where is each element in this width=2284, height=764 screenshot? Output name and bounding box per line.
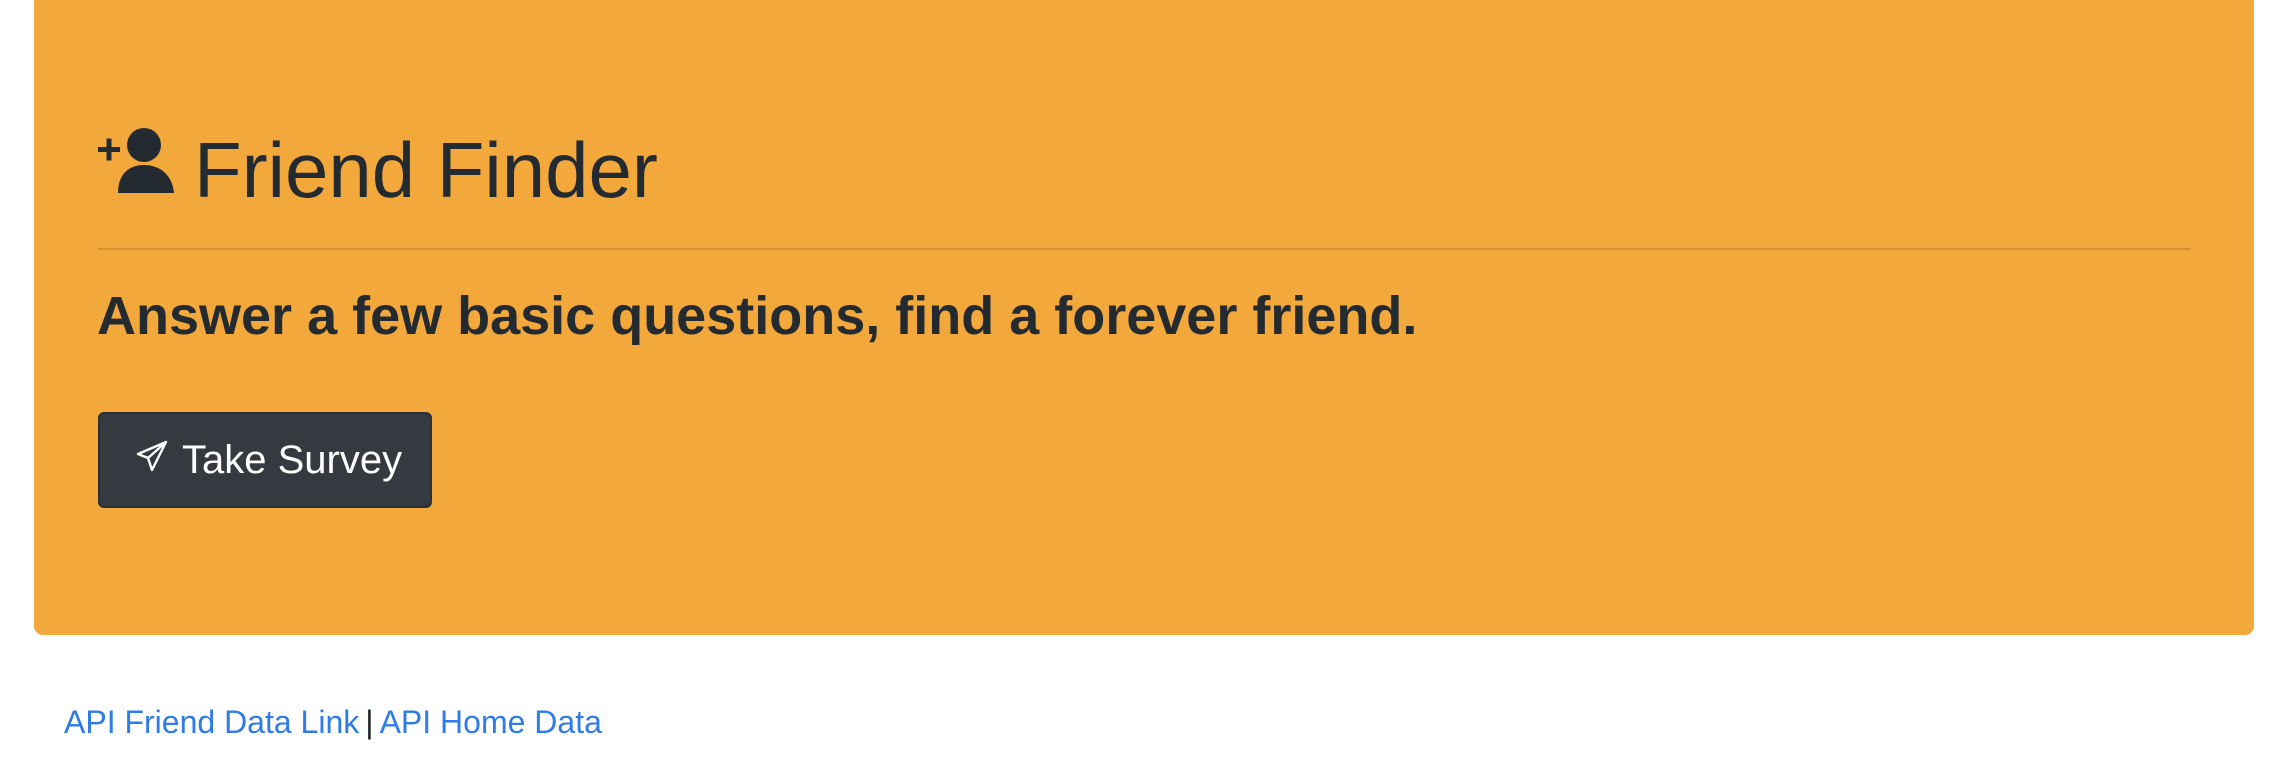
api-friend-data-link[interactable]: API Friend Data Link	[64, 704, 359, 740]
page-header: Friend Finder	[98, 120, 658, 220]
paper-plane-icon	[136, 440, 168, 472]
lead-text: Answer a few basic questions, find a for…	[97, 286, 1418, 346]
footer-links: API Friend Data Link | API Home Data	[64, 700, 602, 744]
take-survey-label: Take Survey	[182, 438, 403, 482]
user-plus-icon	[98, 128, 174, 193]
take-survey-button[interactable]: Take Survey	[98, 412, 432, 508]
page-title: Friend Finder	[194, 126, 658, 214]
link-separator: |	[365, 704, 374, 740]
api-home-data-link[interactable]: API Home Data	[380, 704, 602, 740]
divider	[98, 248, 2191, 250]
